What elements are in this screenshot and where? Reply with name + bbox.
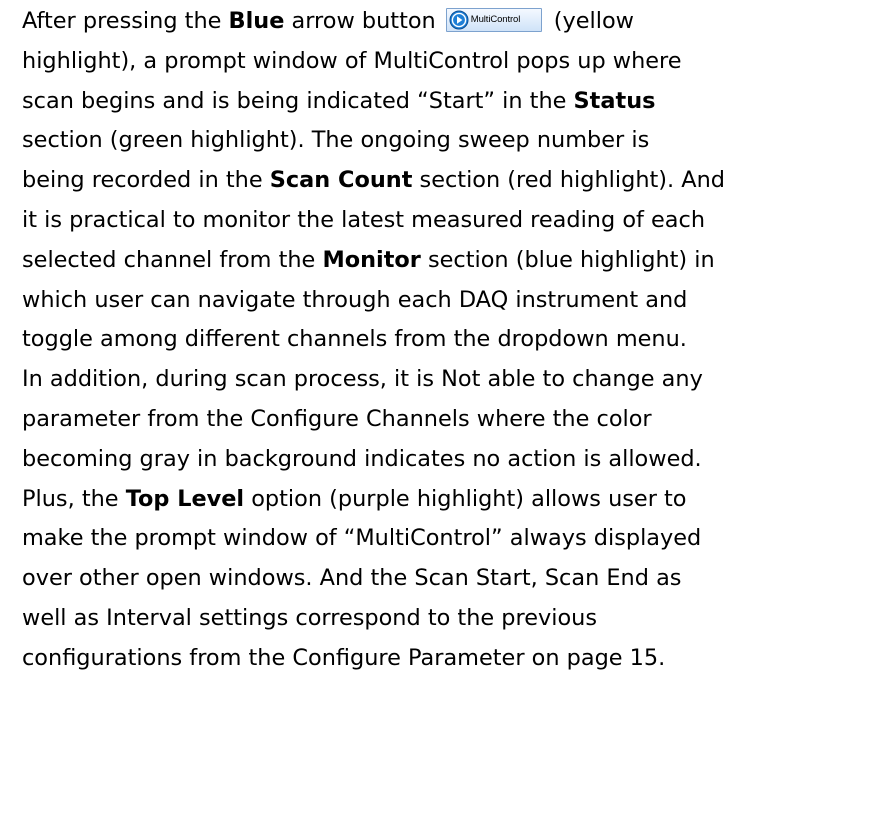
paragraph-line-11: parameter from the Configure Channels wh…: [22, 405, 652, 432]
text-segment: being recorded in the: [22, 167, 270, 194]
text-segment: section (blue highlight) in: [420, 246, 715, 273]
text-segment: Plus, the: [22, 485, 126, 512]
text-segment: After pressing the: [22, 8, 229, 34]
paragraph-line-6: it is practical to monitor the latest me…: [22, 206, 706, 233]
bold-term-scan-count: Scan Count: [269, 167, 413, 194]
paragraph-line-12: becoming gray in background indicates no…: [22, 445, 702, 472]
paragraph-line-7: selected channel from the Monitor sectio…: [22, 241, 872, 281]
paragraph-line-15: over other open windows. And the Scan St…: [22, 565, 682, 592]
paragraph-line-9: toggle among different channels from the…: [22, 326, 687, 353]
text-segment: option (purple highlight) allows user to: [244, 485, 687, 512]
paragraph-line-10: In addition, during scan process, it is …: [22, 366, 703, 393]
bold-term-monitor: Monitor: [322, 246, 421, 273]
paragraph-line-14: make the prompt window of “MultiControl”…: [22, 525, 702, 552]
text-segment: arrow button: [284, 8, 436, 34]
paragraph-line-16: well as Interval settings correspond to …: [22, 604, 598, 631]
bold-term-top-level: Top Level: [125, 485, 245, 512]
paragraph-line-3: scan begins and is being indicated “Star…: [22, 82, 872, 122]
document-paragraph: After pressing the Blue arrow button Mult…: [22, 2, 872, 679]
text-segment: scan begins and is being indicated “Star…: [22, 87, 574, 114]
play-arrow-circle-icon: [449, 10, 469, 30]
paragraph-line-2: highlight), a prompt window of MultiCont…: [22, 47, 682, 74]
multicontrol-button-image: MultiControl: [445, 8, 542, 32]
paragraph-line-1: After pressing the Blue arrow button Mult…: [22, 2, 872, 42]
paragraph-line-5: being recorded in the Scan Count section…: [22, 161, 872, 201]
bold-term-status: Status: [573, 87, 656, 114]
text-segment: selected channel from the: [22, 246, 323, 273]
bold-term-blue: Blue: [228, 8, 285, 34]
paragraph-line-17: configurations from the Configure Parame…: [22, 644, 666, 671]
multicontrol-button-label: MultiControl: [470, 14, 521, 25]
text-segment: (yellow: [553, 8, 634, 34]
paragraph-line-8: which user can navigate through each DAQ…: [22, 286, 688, 313]
paragraph-line-4: section (green highlight). The ongoing s…: [22, 127, 650, 154]
text-segment: section (red highlight). And: [412, 167, 725, 194]
paragraph-line-13: Plus, the Top Level option (purple highl…: [22, 480, 872, 520]
